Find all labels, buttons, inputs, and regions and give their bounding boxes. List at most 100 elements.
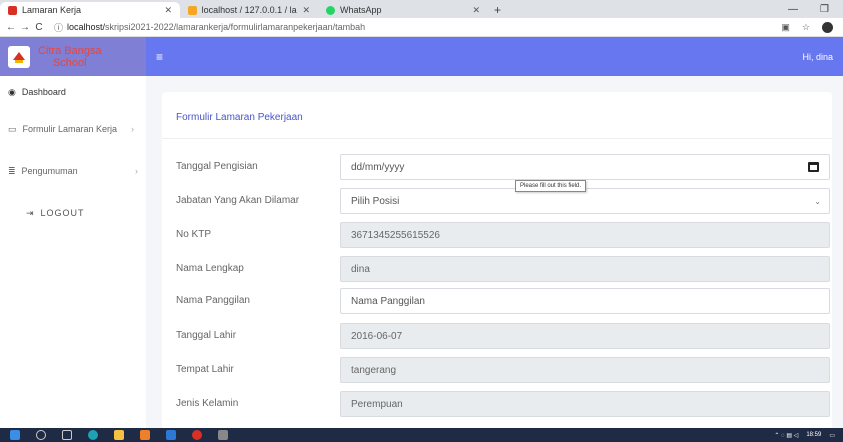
forward-arrow-icon[interactable]: → [18,22,32,33]
brand-line-1: Citra Bangsa [38,44,102,57]
field-label: Nama Lengkap [176,263,244,274]
form-row-jenis-kelamin: Jenis Kelamin Perempuan [162,391,832,417]
logout-icon: ⇥ [26,207,35,218]
calendar-icon[interactable] [808,162,819,172]
close-icon[interactable]: ✕ [164,5,172,16]
form-row-tempat-lahir: Tempat Lahir tangerang [162,357,832,383]
sidebar-item-pengumuman[interactable]: ≣ Pengumuman › [0,150,146,192]
url-host: localhost/ [67,22,106,32]
form-card: Formulir Lamaran Pekerjaan Tanggal Pengi… [162,92,832,430]
tanggal-pengisian-date-input[interactable]: dd/mm/yyyy [340,154,830,180]
form-row-tanggal-lahir: Tanggal Lahir 2016-06-07 [162,323,832,349]
field-value: tangerang [351,364,397,376]
field-label: Tanggal Lahir [176,330,237,341]
browser-tab-bar: Lamaran Kerja ✕ localhost / 127.0.0.1 / … [0,0,843,18]
user-greeting[interactable]: Hi, dina [802,52,833,62]
restore-icon[interactable]: ❐ [820,4,829,15]
system-tray: ⌃ ◌ ▤ ◁ 18:59 ▭ [774,432,843,439]
close-icon[interactable]: ✕ [472,5,480,16]
info-icon[interactable]: ⓘ [54,21,63,34]
dashboard-icon: ◉ [8,86,16,97]
brand-line-2: School [52,56,87,69]
jenis-kelamin-field[interactable]: Perempuan [340,391,830,417]
extension-icon[interactable] [822,21,833,33]
school-logo-icon [8,45,30,68]
sidebar-item-logout[interactable]: ⇥ LOGOUT [0,192,146,234]
field-label: Jabatan Yang Akan Dilamar [176,195,300,206]
validation-tooltip: Please fill out this field. [515,180,587,192]
field-label: Jenis Kelamin [176,398,239,409]
input-placeholder: Nama Panggilan [351,295,425,307]
field-value: 3671345255615526 [351,229,440,241]
chevron-right-icon: › [135,166,138,176]
chrome-icon[interactable] [192,430,202,440]
no-ktp-field[interactable]: 3671345255615526 [340,222,830,248]
field-value: Perempuan [351,398,403,410]
sidebar-item-label: Pengumuman [21,166,78,176]
window-controls: — ❐ [788,0,843,18]
task-view-icon[interactable] [62,430,72,440]
field-value: dina [351,263,370,275]
form-row-tanggal-pengisian: Tanggal Pengisian dd/mm/yyyy [162,154,832,180]
star-icon[interactable]: ☆ [802,22,810,33]
tray-icons[interactable]: ⌃ ◌ ▤ ◁ [774,432,798,439]
browser-tab-whatsapp[interactable]: WhatsApp ✕ [318,2,488,18]
form-row-nama-panggilan: Nama Panggilan Nama Panggilan [162,288,832,314]
search-icon[interactable] [36,430,46,440]
field-label: Nama Panggilan [176,295,250,306]
tab-label: WhatsApp [340,5,382,15]
sidebar-item-label: Dashboard [21,87,66,97]
date-placeholder: dd/mm/yyyy [351,161,405,173]
edge-icon[interactable] [88,430,98,440]
chevron-right-icon: › [131,124,135,134]
paint-icon[interactable] [218,430,228,440]
file-explorer-icon[interactable] [114,430,124,440]
nama-panggilan-input[interactable]: Nama Panggilan [340,288,830,314]
install-icon[interactable]: ▣ [781,22,790,33]
sidebar-item-formulir[interactable]: ▭ Formulir Lamaran Kerja › [0,108,146,150]
clock[interactable]: 18:59 [806,432,821,438]
select-value: Pilih Posisi [351,195,400,207]
back-arrow-icon[interactable]: ← [4,22,18,33]
minimize-icon[interactable]: — [788,4,798,15]
field-label: No KTP [176,229,212,240]
whatsapp-favicon-icon [326,5,335,15]
notification-icon[interactable]: ▭ [829,432,835,439]
top-navbar: ≡ Hi, dina [146,37,843,76]
browser-tab-lamaran[interactable]: Lamaran Kerja ✕ [0,2,180,18]
tab-label: localhost / 127.0.0.1 / lamaran_ [201,5,298,15]
tempat-lahir-field[interactable]: tangerang [340,357,830,383]
phpmyadmin-favicon-icon [188,5,197,15]
brand-name: Citra Bangsa School [38,45,102,69]
field-label: Tempat Lahir [176,364,234,375]
nama-lengkap-field[interactable]: dina [340,256,830,282]
form-row-no-ktp: No KTP 3671345255615526 [162,222,832,248]
form-row-nama-lengkap: Nama Lengkap dina [162,256,832,282]
new-tab-button[interactable]: + [494,2,501,18]
close-icon[interactable]: ✕ [302,5,310,16]
field-label: Tanggal Pengisian [176,161,258,172]
sidebar: ◉ Dashboard ▭ Formulir Lamaran Kerja › ≣… [0,76,146,428]
mail-icon[interactable] [166,430,176,440]
monitor-icon: ▭ [8,123,17,134]
field-value: 2016-06-07 [351,330,403,342]
store-icon[interactable] [140,430,150,440]
address-bar: ← → C ⓘ localhost/skripsi2021-2022/lamar… [0,18,843,37]
windows-start-icon[interactable] [10,430,20,440]
sidebar-item-label: LOGOUT [40,208,85,218]
sidebar-item-label: Formulir Lamaran Kerja [22,124,118,134]
tanggal-lahir-field[interactable]: 2016-06-07 [340,323,830,349]
reload-icon[interactable]: C [32,22,46,33]
url-field[interactable]: ⓘ localhost/skripsi2021-2022/lamarankerj… [54,21,365,34]
divider [162,138,832,139]
chevron-down-icon: ⌄ [814,196,821,206]
hamburger-menu-icon[interactable]: ≡ [156,50,163,64]
os-taskbar: ⌃ ◌ ▤ ◁ 18:59 ▭ [0,428,843,442]
browser-tab-phpmyadmin[interactable]: localhost / 127.0.0.1 / lamaran_ ✕ [180,2,318,18]
form-row-jabatan: Jabatan Yang Akan Dilamar Pilih Posisi ⌄ [162,188,832,214]
school-favicon-icon [8,5,17,15]
brand: Citra Bangsa School [0,37,146,76]
sidebar-item-dashboard[interactable]: ◉ Dashboard [0,76,146,108]
list-icon: ≣ [8,165,16,176]
tab-label: Lamaran Kerja [22,5,82,15]
